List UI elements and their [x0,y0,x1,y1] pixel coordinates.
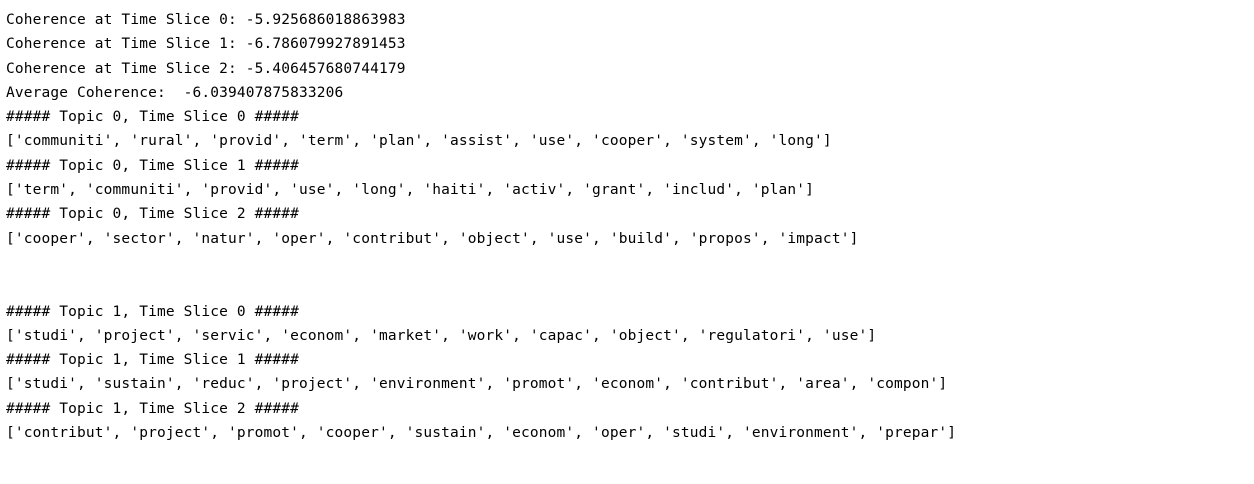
coherence-line: Coherence at Time Slice 1: -6.7860799278… [6,36,406,53]
topic-words: ['contribut', 'project', 'promot', 'coop… [6,425,957,442]
topic-words: ['term', 'communiti', 'provid', 'use', '… [6,182,815,199]
topic-header: ##### Topic 1, Time Slice 2 ##### [6,400,300,417]
topic-header: ##### Topic 1, Time Slice 1 ##### [6,352,300,369]
topic-header: ##### Topic 0, Time Slice 2 ##### [6,206,300,223]
topic-words: ['communiti', 'rural', 'provid', 'term',… [6,133,832,150]
coherence-line: Coherence at Time Slice 0: -5.9256860188… [6,12,406,28]
topic-words: ['studi', 'project', 'servic', 'econom',… [6,327,877,344]
topic-header: ##### Topic 1, Time Slice 0 ##### [6,303,300,320]
topic-words: ['cooper', 'sector', 'natur', 'oper', 'c… [6,230,859,247]
coherence-line: Coherence at Time Slice 2: -5.4064576807… [6,60,406,77]
topic-header: ##### Topic 0, Time Slice 1 ##### [6,157,300,174]
topic-header: ##### Topic 0, Time Slice 0 ##### [6,109,300,126]
topic-words: ['studi', 'sustain', 'reduc', 'project',… [6,376,948,393]
console-output: Coherence at Time Slice 0: -5.9256860188… [6,8,956,445]
average-coherence-line: Average Coherence: -6.039407875833206 [6,84,344,101]
